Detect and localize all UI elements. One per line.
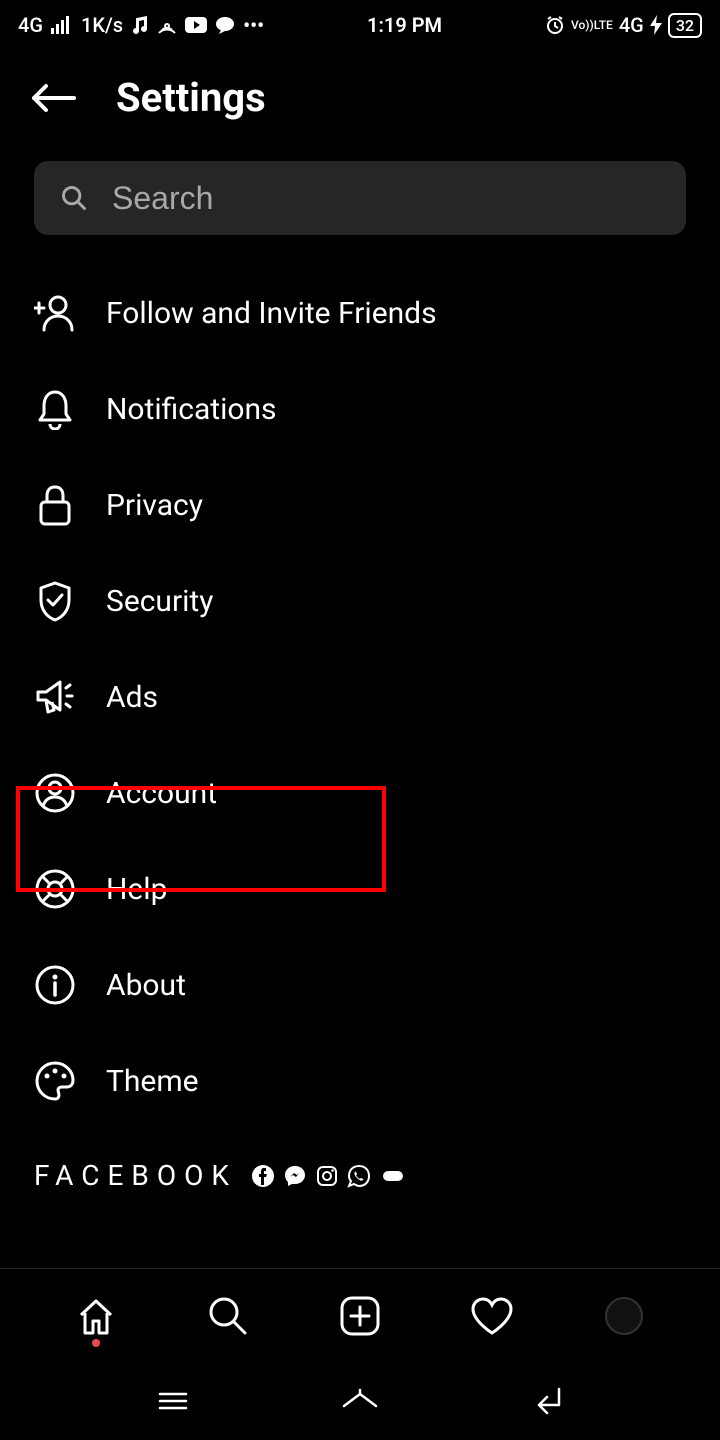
nav-profile[interactable] — [601, 1293, 647, 1339]
user-circle-icon — [34, 772, 76, 814]
status-bar: 4G 1K/s ••• 1:19 PM Vo))LTE 4G 32 — [0, 0, 720, 50]
megaphone-icon — [34, 676, 76, 718]
more-icon: ••• — [243, 13, 264, 37]
menu-lines-icon — [156, 1389, 190, 1413]
status-right: Vo))LTE 4G 32 — [545, 13, 702, 38]
menu-label: Ads — [106, 680, 158, 715]
music-icon — [131, 15, 149, 35]
facebook-apps-icons — [251, 1164, 407, 1188]
info-circle-icon — [34, 964, 76, 1006]
menu-item-account[interactable]: Account — [34, 745, 686, 841]
menu-item-follow-invite[interactable]: Follow and Invite Friends — [34, 265, 686, 361]
status-left: 4G 1K/s ••• — [18, 13, 264, 37]
data-speed: 1K/s — [81, 13, 123, 37]
menu-item-about[interactable]: About — [34, 937, 686, 1033]
facebook-icon — [251, 1164, 275, 1188]
shield-check-icon — [34, 580, 76, 622]
clock: 1:19 PM — [367, 13, 442, 37]
home-icon — [75, 1295, 117, 1337]
search-box[interactable] — [34, 161, 686, 235]
sys-recent-apps[interactable] — [151, 1386, 195, 1416]
charging-icon — [650, 15, 662, 35]
menu-item-privacy[interactable]: Privacy — [34, 457, 686, 553]
instagram-bottom-nav — [0, 1268, 720, 1362]
menu-item-help[interactable]: Help — [34, 841, 686, 937]
person-plus-icon — [34, 292, 76, 334]
menu-label: Follow and Invite Friends — [106, 296, 437, 331]
lifebuoy-icon — [34, 868, 76, 910]
heart-icon — [469, 1295, 515, 1337]
network-type-2: 4G — [619, 13, 644, 37]
nav-home[interactable] — [73, 1293, 119, 1339]
search-nav-icon — [207, 1295, 249, 1337]
menu-label: Account — [106, 776, 217, 811]
youtube-icon — [185, 17, 207, 33]
page-title: Settings — [116, 74, 266, 121]
bell-icon — [34, 388, 76, 430]
home-outline-icon — [340, 1388, 380, 1414]
nav-search[interactable] — [205, 1293, 251, 1339]
menu-label: Theme — [106, 1064, 199, 1099]
chat-icon — [215, 16, 235, 34]
facebook-brand-text: FACEBOOK — [34, 1159, 237, 1192]
menu-item-notifications[interactable]: Notifications — [34, 361, 686, 457]
search-icon — [60, 184, 88, 212]
hotspot-icon — [157, 16, 177, 34]
sys-home[interactable] — [338, 1386, 382, 1416]
back-icon — [529, 1387, 565, 1415]
menu-label: Security — [106, 584, 213, 619]
signal-icon — [51, 16, 73, 34]
messenger-icon — [283, 1164, 307, 1188]
profile-avatar-icon — [604, 1296, 644, 1336]
nav-activity[interactable] — [469, 1293, 515, 1339]
settings-menu: Follow and Invite Friends Notifications … — [0, 265, 720, 1129]
plus-square-icon — [338, 1294, 382, 1338]
menu-item-security[interactable]: Security — [34, 553, 686, 649]
battery-indicator: 32 — [668, 13, 702, 38]
instagram-icon — [315, 1164, 339, 1188]
back-button[interactable] — [30, 82, 76, 114]
menu-item-theme[interactable]: Theme — [34, 1033, 686, 1129]
oculus-icon — [379, 1164, 407, 1188]
notification-dot — [92, 1339, 100, 1347]
menu-label: About — [106, 968, 186, 1003]
alarm-icon — [545, 15, 565, 35]
menu-item-ads[interactable]: Ads — [34, 649, 686, 745]
whatsapp-icon — [347, 1164, 371, 1188]
arrow-left-icon — [30, 83, 76, 113]
search-input[interactable] — [112, 180, 660, 217]
menu-label: Privacy — [106, 488, 203, 523]
volte-indicator: Vo))LTE — [571, 19, 613, 31]
palette-icon — [34, 1060, 76, 1102]
network-type: 4G — [18, 13, 43, 37]
search-container — [0, 161, 720, 265]
menu-label: Notifications — [106, 392, 277, 427]
facebook-brand-row: FACEBOOK — [0, 1129, 720, 1202]
menu-label: Help — [106, 872, 167, 907]
nav-create[interactable] — [337, 1293, 383, 1339]
app-header: Settings — [0, 50, 720, 161]
lock-icon — [34, 484, 76, 526]
android-system-nav — [0, 1362, 720, 1440]
sys-back[interactable] — [525, 1386, 569, 1416]
